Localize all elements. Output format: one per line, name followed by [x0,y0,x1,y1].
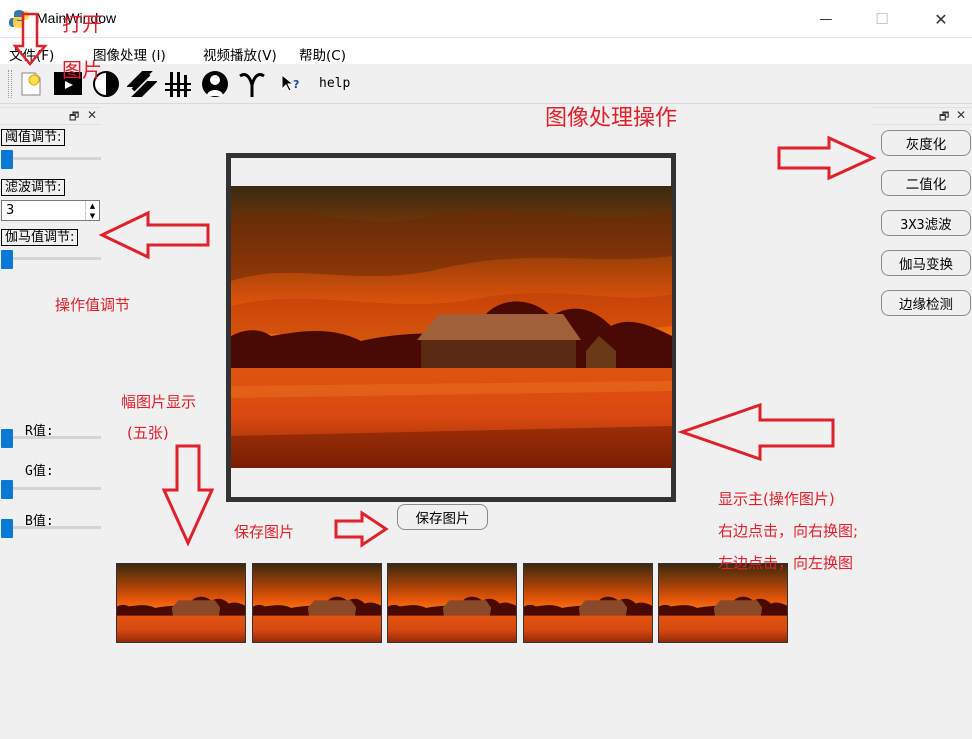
annotation-main-2: 右边点击，向右换图; [718,522,859,540]
annotation-ops-title: 图像处理操作 [545,106,678,131]
annotation-main-1: 显示主(操作图片) [718,490,835,508]
arrow-right-ops [777,135,877,181]
arrow-left-main [677,402,835,462]
arrow-down-open [12,12,48,66]
arrow-right-save [334,510,389,548]
annotation-value-adjust: 操作值调节 [55,296,131,314]
annotation-layer [12,12,877,548]
annotation-thumbs-2: (五张) [127,424,169,442]
annotation-main-3: 左边点击，向左换图 [718,554,854,572]
arrow-down-thumbs [161,444,215,547]
arrow-left-adjust [98,210,210,260]
annotation-image: 图片 [62,58,102,82]
annotation-open: 打开 [62,12,102,36]
annotation-save: 保存图片 [234,523,295,541]
annotation-thumbs-1: 幅图片显示 [121,393,197,411]
